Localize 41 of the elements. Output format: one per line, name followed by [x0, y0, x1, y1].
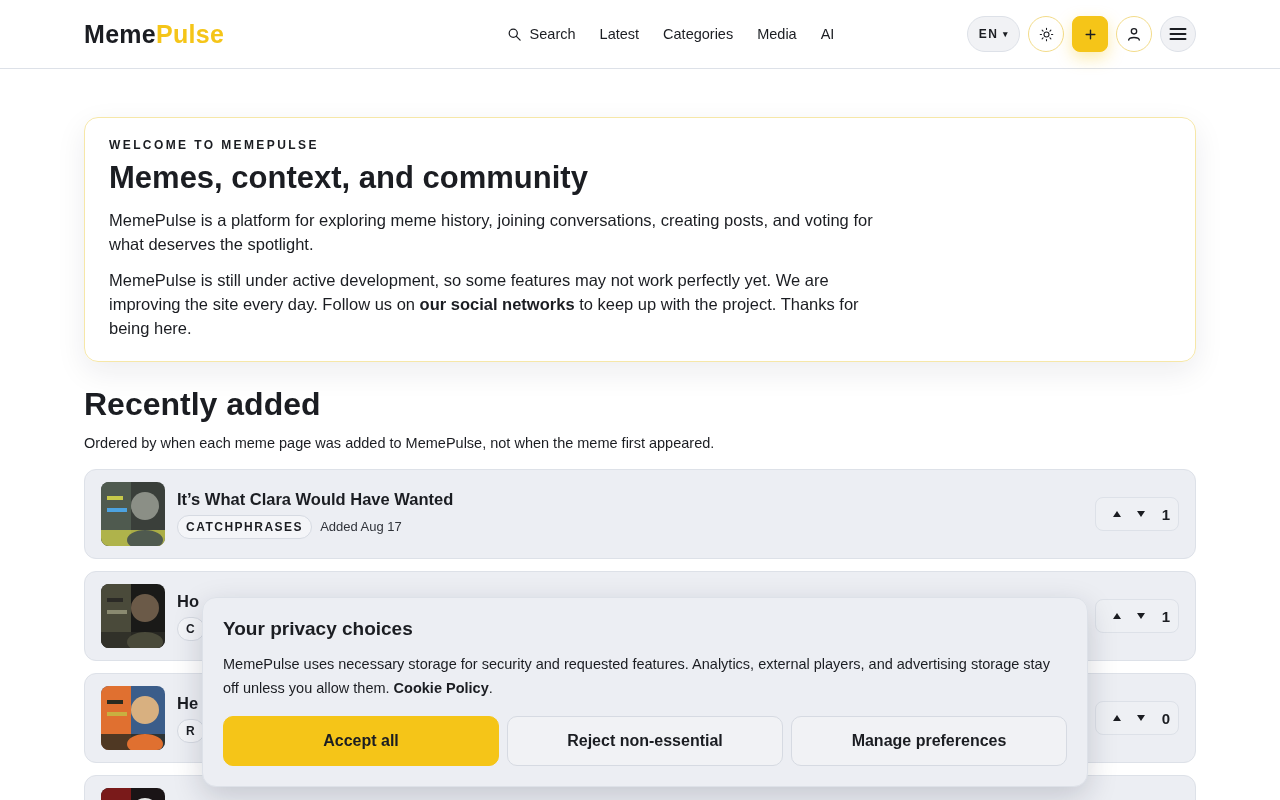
sun-icon	[1038, 26, 1054, 42]
banner-button[interactable]: Manage preferences	[791, 716, 1067, 766]
user-icon	[1126, 26, 1142, 42]
up-triangle-icon	[1112, 612, 1122, 620]
down-triangle-icon	[1136, 510, 1146, 518]
welcome-paragraph: MemePulse is still under active development, so some features may not work perfectly yet. We are improving the site every day. Follow us on our social networks to keep up with the project. Thanks for being here.	[109, 270, 860, 339]
welcome-paragraph: MemePulse is a platform for exploring meme history, joining conversations, creating posts, and voting for what deserves the spotlight.	[109, 210, 874, 255]
language-button[interactable]: EN ▾	[967, 16, 1020, 52]
up-triangle-icon	[1112, 510, 1122, 518]
search-link[interactable]: Search	[506, 26, 576, 42]
vote-count: 0	[1160, 709, 1170, 727]
down-triangle-icon	[1136, 612, 1146, 620]
accept-button[interactable]: Accept all	[223, 716, 499, 766]
added-date: Added Aug 17	[320, 519, 402, 534]
cookie-policy-link[interactable]: Cookie Policy	[393, 680, 489, 696]
down-triangle-icon	[1136, 714, 1146, 722]
theme-toggle[interactable]	[1028, 16, 1064, 52]
logo[interactable]: MemePulse	[84, 19, 414, 49]
menu-button[interactable]	[1160, 16, 1196, 52]
search-icon	[506, 26, 522, 42]
meme-title[interactable]: Ho	[177, 591, 199, 611]
account-button[interactable]	[1116, 16, 1152, 52]
nav-link[interactable]: AI	[820, 26, 835, 42]
meme-title[interactable]: He	[177, 693, 199, 713]
banner-title: Your privacy choices	[223, 618, 414, 640]
vote-count: 1	[1160, 607, 1170, 625]
section-subtitle: Ordered by when each meme page was added to MemePulse, not when the meme first appeared.	[84, 435, 716, 451]
nav-link[interactable]: Categories	[663, 26, 734, 42]
meme-title[interactable]: It’s What Clara Would Have Wanted	[177, 489, 454, 509]
section-title: Recently added	[84, 386, 322, 423]
meme-row[interactable]: It’s What Clara Would Have Wanted CATCHPHRASES Added Aug 17 1	[84, 469, 1196, 559]
welcome-title: Memes, context, and community	[109, 160, 589, 196]
banner-button[interactable]: Reject non-essential	[507, 716, 783, 766]
plus-icon	[1083, 27, 1097, 41]
up-triangle-icon	[1112, 714, 1122, 722]
banner-text: MemePulse uses necessary storage for security and requested features. Analytics, external players, and advertising storage stay off unless you allow them. Cookie Policy.	[223, 655, 1051, 698]
nav-link[interactable]: Media	[757, 26, 797, 42]
eyebrow-text: WELCOME TO MEMEPULSE	[109, 138, 320, 152]
vote-count: 1	[1160, 505, 1170, 523]
nav-link[interactable]: Latest	[599, 26, 640, 42]
category-tag[interactable]: CATCHPHRASES	[177, 514, 313, 539]
